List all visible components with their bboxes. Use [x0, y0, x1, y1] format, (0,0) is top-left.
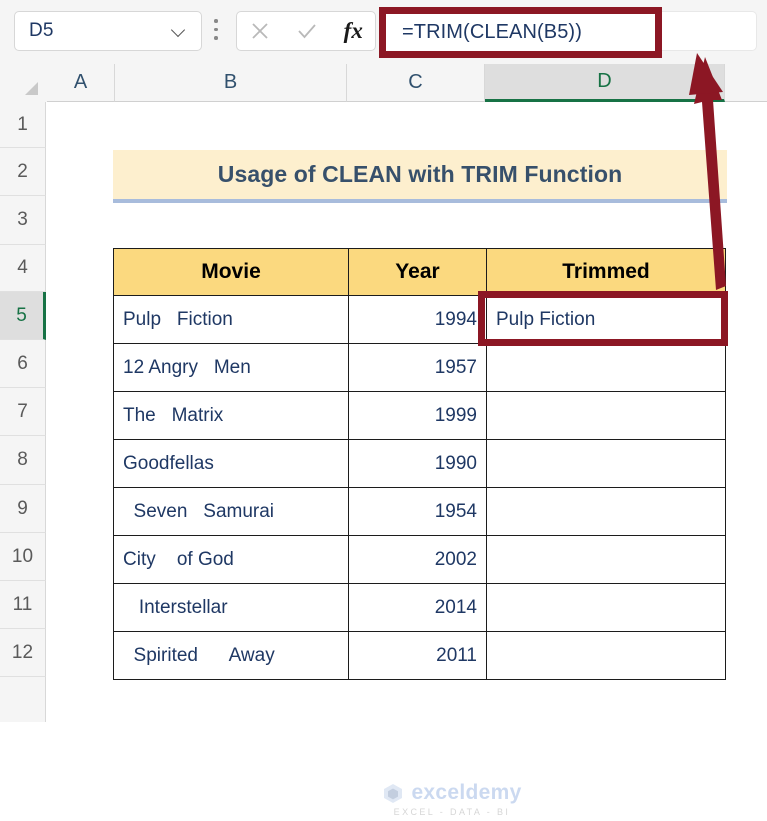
title-underline — [113, 199, 727, 203]
table-row: The Matrix 1999 — [113, 391, 726, 440]
cell-c9[interactable]: 1954 — [348, 487, 487, 536]
column-header-row: A B C D — [0, 64, 767, 103]
table-row: Pulp Fiction 1994 Pulp Fiction — [113, 295, 726, 344]
chevron-down-icon[interactable] — [172, 24, 187, 39]
cell-d12[interactable] — [486, 631, 726, 680]
table-row: Goodfellas 1990 — [113, 439, 726, 488]
vertical-dots-icon[interactable] — [214, 19, 218, 43]
table-row: Interstellar 2014 — [113, 583, 726, 632]
formula-bar-strip: D5 fx =TRIM(CLEAN(B5)) — [0, 0, 767, 65]
cell-c6[interactable]: 1957 — [348, 343, 487, 392]
column-header-trimmed[interactable]: Trimmed — [486, 248, 726, 296]
cell-d10[interactable] — [486, 535, 726, 584]
column-header-year[interactable]: Year — [348, 248, 487, 296]
check-icon[interactable] — [295, 20, 319, 42]
cell-b11[interactable]: Interstellar — [113, 583, 349, 632]
cell-c10[interactable]: 2002 — [348, 535, 487, 584]
name-box-value: D5 — [29, 20, 54, 41]
watermark-brand: exceldemy — [411, 781, 522, 804]
select-all-corner[interactable] — [0, 64, 46, 103]
cell-d5[interactable]: Pulp Fiction — [486, 295, 726, 344]
row-header-10[interactable]: 10 — [0, 533, 46, 581]
column-header-d[interactable]: D — [485, 64, 725, 102]
row-header-8[interactable]: 8 — [0, 436, 46, 485]
watermark-tagline: EXCEL - DATA - BI — [393, 807, 511, 817]
row-header-5[interactable]: 5 — [0, 292, 46, 340]
formula-input-extension — [662, 11, 757, 51]
sheet-title-banner: Usage of CLEAN with TRIM Function — [113, 150, 727, 199]
row-header-column: 1 2 3 4 5 6 7 8 9 10 11 12 — [0, 102, 46, 722]
cell-d9[interactable] — [486, 487, 726, 536]
row-header-7[interactable]: 7 — [0, 388, 46, 436]
row-header-2[interactable]: 2 — [0, 148, 46, 196]
cell-b7[interactable]: The Matrix — [113, 391, 349, 440]
x-icon[interactable] — [249, 20, 271, 42]
cell-c5[interactable]: 1994 — [348, 295, 487, 344]
row-header-12[interactable]: 12 — [0, 629, 46, 677]
formula-input[interactable]: =TRIM(CLEAN(B5)) — [386, 14, 655, 51]
formula-action-group: fx — [236, 11, 376, 51]
table-header-row: Movie Year Trimmed — [113, 248, 726, 296]
cell-c11[interactable]: 2014 — [348, 583, 487, 632]
row-header-11[interactable]: 11 — [0, 581, 46, 629]
cell-c7[interactable]: 1999 — [348, 391, 487, 440]
cell-b8[interactable]: Goodfellas — [113, 439, 349, 488]
column-header-c[interactable]: C — [347, 64, 485, 102]
row-header-9[interactable]: 9 — [0, 485, 46, 533]
cell-d8[interactable] — [486, 439, 726, 488]
formula-highlight-box: =TRIM(CLEAN(B5)) — [379, 7, 662, 58]
table-row: Spirited Away 2011 — [113, 631, 726, 680]
cell-b10[interactable]: City of God — [113, 535, 349, 584]
name-box[interactable]: D5 — [14, 11, 202, 51]
worksheet-grid: Usage of CLEAN with TRIM Function Movie … — [47, 102, 767, 817]
row-header-13[interactable] — [0, 677, 46, 722]
watermark: exceldemy EXCEL - DATA - BI — [352, 777, 552, 821]
fx-icon[interactable]: fx — [344, 18, 363, 44]
table-row: City of God 2002 — [113, 535, 726, 584]
cell-d6[interactable] — [486, 343, 726, 392]
exceldemy-logo-icon — [384, 784, 403, 803]
cell-b5[interactable]: Pulp Fiction — [113, 295, 349, 344]
cell-b12[interactable]: Spirited Away — [113, 631, 349, 680]
cell-c8[interactable]: 1990 — [348, 439, 487, 488]
movies-table: Movie Year Trimmed Pulp Fiction 1994 Pul… — [113, 248, 726, 680]
cell-b6[interactable]: 12 Angry Men — [113, 343, 349, 392]
cell-d11[interactable] — [486, 583, 726, 632]
cell-c12[interactable]: 2011 — [348, 631, 487, 680]
row-header-1[interactable]: 1 — [0, 102, 46, 148]
table-row: 12 Angry Men 1957 — [113, 343, 726, 392]
row-header-6[interactable]: 6 — [0, 340, 46, 388]
column-header-a[interactable]: A — [47, 64, 115, 102]
page-title: Usage of CLEAN with TRIM Function — [217, 161, 623, 187]
table-row: Seven Samurai 1954 — [113, 487, 726, 536]
cell-d7[interactable] — [486, 391, 726, 440]
column-header-e[interactable] — [725, 64, 767, 102]
row-header-4[interactable]: 4 — [0, 245, 46, 292]
column-header-movie[interactable]: Movie — [113, 248, 349, 296]
cell-b9[interactable]: Seven Samurai — [113, 487, 349, 536]
row-header-3[interactable]: 3 — [0, 196, 46, 245]
column-header-b[interactable]: B — [115, 64, 347, 102]
